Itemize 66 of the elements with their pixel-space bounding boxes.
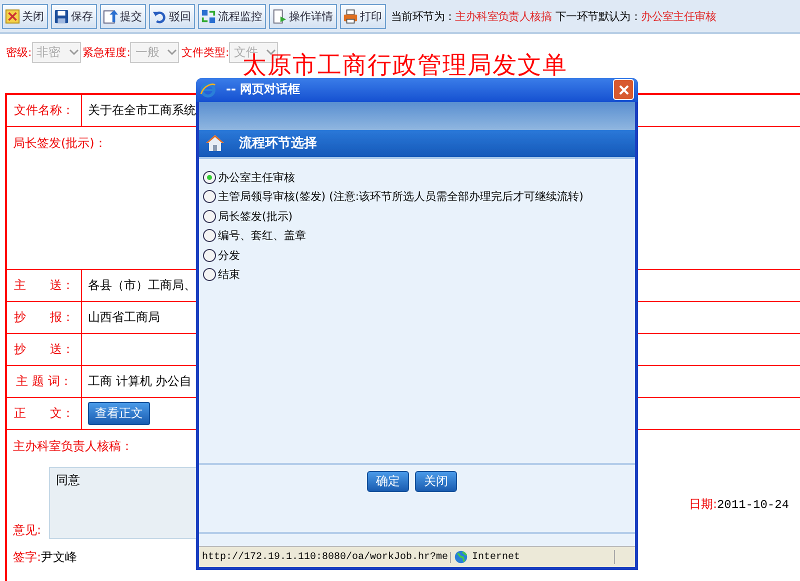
radio-button[interactable] xyxy=(203,229,216,242)
radio-button[interactable] xyxy=(203,170,216,184)
field-label: 主 题 词： xyxy=(16,373,72,390)
browser-icon xyxy=(200,82,216,98)
date-label: 日期: xyxy=(688,497,717,511)
field-value: 各县（市）工商局、 xyxy=(88,277,196,294)
toolbar-button[interactable]: 操作详情 xyxy=(269,4,337,28)
caret-icon xyxy=(167,48,178,56)
toolbar-button[interactable]: 流程监控 xyxy=(198,4,266,28)
close-icon xyxy=(618,84,630,96)
home-icon xyxy=(205,134,225,152)
field-label: 局长签发(批示)： xyxy=(13,136,106,150)
radio-button[interactable] xyxy=(203,268,216,282)
select-label: 文件类型: xyxy=(181,44,230,60)
status-zone: Internet xyxy=(472,552,520,563)
select-label: 紧急程度: xyxy=(82,44,130,60)
undo-icon xyxy=(152,8,167,24)
radio-option[interactable]: 结束 xyxy=(203,264,631,284)
toolbar-button[interactable]: 关闭 xyxy=(2,4,48,28)
caret-icon xyxy=(68,48,79,56)
toolbar-button[interactable]: 保存 xyxy=(51,4,97,28)
field-value: 山西省工商局 xyxy=(88,309,160,326)
status-url: http://172.19.1.110:8080/oa/workJob.hr?me xyxy=(199,552,452,563)
radio-button[interactable] xyxy=(203,190,216,204)
dialog-button[interactable]: 关闭 xyxy=(415,470,457,492)
step-name: 办公室主任审核 xyxy=(641,8,716,24)
radio-button[interactable] xyxy=(203,248,216,262)
opinion-field[interactable]: 同意 xyxy=(49,467,199,539)
printer-icon xyxy=(343,8,358,24)
caret-icon xyxy=(266,48,276,56)
save-icon xyxy=(54,8,69,24)
globe-icon xyxy=(454,550,468,564)
radio-button[interactable] xyxy=(203,210,216,223)
upload-icon xyxy=(103,8,118,24)
radio-option[interactable]: 主管局领导审核(签发) (注意:该环节所选人员需全部办理完后才可继续流转) xyxy=(203,186,631,206)
dialog-title: -- 网页对话框 xyxy=(226,81,300,98)
dialog-button[interactable]: 确定 xyxy=(367,470,409,492)
step-label: 当前环节为： xyxy=(391,8,456,24)
field-label: 文件名称： xyxy=(14,102,74,119)
toolbar-button[interactable]: 提交 xyxy=(100,4,146,28)
section-title: 主办科室负责人核稿： xyxy=(13,438,134,455)
toolbar-button[interactable]: 驳回 xyxy=(149,4,195,28)
signature-label: 签字: xyxy=(13,550,42,564)
field-value: 工商 计算机 办公自 xyxy=(88,373,192,390)
dialog-heading: 流程环节选择 xyxy=(239,134,317,152)
step-label: 下一环节默认为： xyxy=(556,8,642,24)
close-icon xyxy=(5,8,20,24)
radio-option[interactable]: 局长签发(批示) xyxy=(203,206,631,226)
flow-icon xyxy=(201,8,216,24)
view-text-button[interactable]: 查看正文 xyxy=(88,402,150,425)
select-label: 密级: xyxy=(6,44,32,60)
document-icon xyxy=(272,8,287,24)
field-label: 抄 送： xyxy=(14,341,74,358)
field-value: 关于在全市工商系统 xyxy=(88,102,196,119)
step-name: 主办科室负责人核搞 xyxy=(455,8,552,24)
radio-option[interactable]: 编号、套红、盖章 xyxy=(203,226,631,246)
signer-name: 尹文峰 xyxy=(41,550,78,564)
radio-option[interactable]: 办公室主任审核 xyxy=(203,167,631,187)
close-button[interactable] xyxy=(613,79,634,100)
date-value: 2011-10-24 xyxy=(716,498,789,512)
radio-option[interactable]: 分发 xyxy=(203,245,631,265)
field-label: 主 送： xyxy=(14,277,74,294)
toolbar-button[interactable]: 打印 xyxy=(340,4,386,28)
field-label: 正 文： xyxy=(14,405,74,422)
field-label: 抄 报： xyxy=(14,309,74,326)
opinion-label: 意见: xyxy=(13,522,42,539)
